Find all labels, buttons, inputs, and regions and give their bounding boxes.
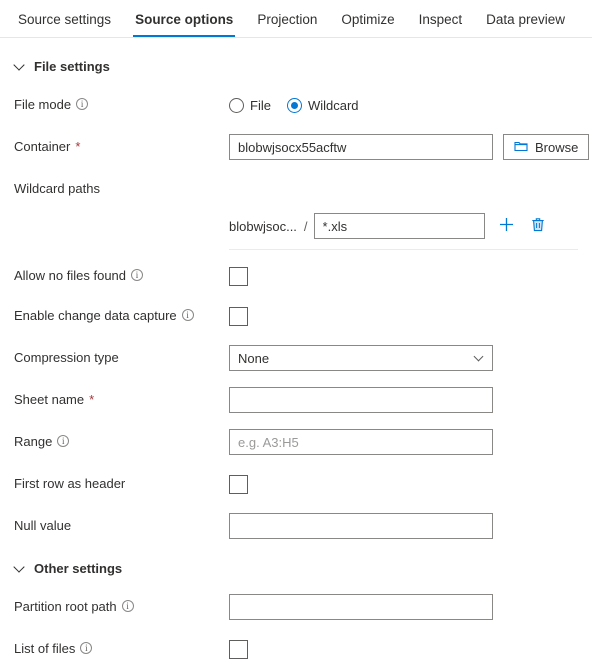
wildcard-section-divider	[229, 249, 578, 250]
label-allow-no-files-found: Allow no files found i	[14, 268, 229, 284]
field-enable-change-data-capture	[229, 306, 248, 326]
label-wildcard-paths: Wildcard paths	[14, 181, 229, 197]
wildcard-path-prefix: blobwjsoc...	[229, 218, 297, 234]
radio-file-mode-wildcard[interactable]: Wildcard	[286, 97, 359, 113]
info-icon[interactable]: i	[57, 435, 70, 447]
plus-icon	[499, 217, 514, 235]
label-first-row-as-header: First row as header	[14, 476, 229, 492]
label-allow-no-files-found-text: Allow no files found	[14, 268, 127, 283]
section-title-file-settings: File settings	[34, 58, 110, 74]
sheet-name-input[interactable]	[229, 387, 493, 413]
row-sheet-name: Sheet name *	[0, 386, 592, 414]
wildcard-path-entry: blobwjsoc... /	[0, 213, 592, 239]
trash-icon	[531, 217, 545, 235]
row-allow-no-files-found: Allow no files found i	[0, 262, 592, 290]
chevron-down-icon	[14, 60, 26, 72]
section-title-other-settings: Other settings	[34, 560, 123, 576]
label-first-row-as-header-text: First row as header	[14, 476, 126, 491]
row-container: Container * Browse	[0, 133, 592, 161]
partition-root-path-input[interactable]	[229, 594, 493, 620]
container-input[interactable]	[229, 134, 493, 160]
field-first-row-as-header	[229, 474, 248, 494]
list-of-files-checkbox[interactable]	[229, 639, 248, 659]
null-value-input[interactable]	[229, 513, 493, 539]
row-enable-change-data-capture: Enable change data capture i	[0, 302, 592, 330]
tab-projection[interactable]: Projection	[245, 12, 329, 37]
info-icon[interactable]: i	[76, 98, 89, 110]
row-first-row-as-header: First row as header	[0, 470, 592, 498]
label-compression-type-text: Compression type	[14, 350, 119, 365]
label-file-mode-text: File mode	[14, 97, 72, 112]
first-row-as-header-checkbox[interactable]	[229, 474, 248, 494]
row-null-value: Null value	[0, 512, 592, 540]
info-icon[interactable]: i	[181, 309, 194, 321]
field-allow-no-files-found	[229, 266, 248, 286]
tab-optimize[interactable]: Optimize	[329, 12, 406, 37]
label-list-of-files-text: List of files	[14, 641, 76, 656]
delete-wildcard-path-button[interactable]	[529, 217, 547, 235]
add-wildcard-path-button[interactable]	[498, 217, 516, 235]
label-partition-root-path-text: Partition root path	[14, 599, 117, 614]
tab-source-options[interactable]: Source options	[123, 12, 245, 37]
label-compression-type: Compression type	[14, 350, 229, 366]
required-asterisk: *	[89, 392, 95, 407]
label-list-of-files: List of files i	[14, 641, 229, 657]
compression-type-dropdown[interactable]: None	[229, 345, 493, 371]
tab-inspect[interactable]: Inspect	[407, 12, 475, 37]
row-range: Range i	[0, 428, 592, 456]
tab-source-settings[interactable]: Source settings	[6, 12, 123, 37]
row-list-of-files: List of files i	[0, 635, 592, 663]
field-range	[229, 429, 493, 455]
field-compression-type: None	[229, 345, 493, 371]
tab-bar: Source settings Source options Projectio…	[0, 0, 592, 38]
section-header-other-settings[interactable]: Other settings	[14, 557, 174, 579]
browse-button-label: Browse	[535, 139, 579, 155]
required-asterisk: *	[75, 139, 81, 154]
range-input[interactable]	[229, 429, 493, 455]
field-partition-root-path	[229, 594, 493, 620]
row-file-mode: File mode i File Wildcard	[0, 91, 592, 119]
radio-indicator	[229, 97, 244, 113]
allow-no-files-found-checkbox[interactable]	[229, 266, 248, 286]
tab-data-preview[interactable]: Data preview	[474, 12, 577, 37]
folder-icon	[514, 140, 528, 155]
radio-group-file-mode: File Wildcard	[229, 97, 359, 113]
radio-label: Wildcard	[307, 97, 359, 113]
label-null-value-text: Null value	[14, 518, 72, 533]
row-wildcard-paths: Wildcard paths	[0, 175, 592, 203]
label-wildcard-paths-text: Wildcard paths	[14, 181, 100, 196]
chevron-down-icon	[14, 562, 26, 574]
field-list-of-files	[229, 639, 248, 659]
info-icon[interactable]: i	[131, 269, 144, 281]
radio-label: File	[250, 97, 271, 113]
label-range-text: Range	[14, 434, 53, 449]
label-sheet-name: Sheet name *	[14, 392, 229, 408]
label-file-mode: File mode i	[14, 97, 229, 113]
label-container-text: Container	[14, 139, 71, 154]
field-sheet-name	[229, 387, 493, 413]
label-enable-change-data-capture-text: Enable change data capture	[14, 308, 177, 323]
enable-change-data-capture-checkbox[interactable]	[229, 306, 248, 326]
wildcard-path-separator: /	[303, 218, 308, 234]
row-compression-type: Compression type None	[0, 344, 592, 372]
radio-indicator-selected	[286, 97, 302, 113]
label-sheet-name-text: Sheet name	[14, 392, 85, 407]
info-icon[interactable]: i	[121, 600, 134, 612]
field-null-value	[229, 513, 493, 539]
row-partition-root-path: Partition root path i	[0, 593, 592, 621]
label-null-value: Null value	[14, 518, 229, 534]
label-range: Range i	[14, 434, 229, 450]
browse-button[interactable]: Browse	[503, 134, 590, 160]
label-partition-root-path: Partition root path i	[14, 599, 229, 615]
radio-file-mode-file[interactable]: File	[229, 97, 271, 113]
source-options-form: File settings File mode i File Wildcard …	[0, 55, 592, 663]
field-container: Browse	[229, 134, 590, 160]
label-container: Container *	[14, 139, 229, 155]
section-header-file-settings[interactable]: File settings	[14, 55, 174, 77]
compression-type-select[interactable]: None	[229, 345, 493, 371]
info-icon[interactable]: i	[80, 642, 93, 654]
label-enable-change-data-capture: Enable change data capture i	[14, 308, 229, 324]
wildcard-path-input[interactable]	[313, 213, 485, 239]
